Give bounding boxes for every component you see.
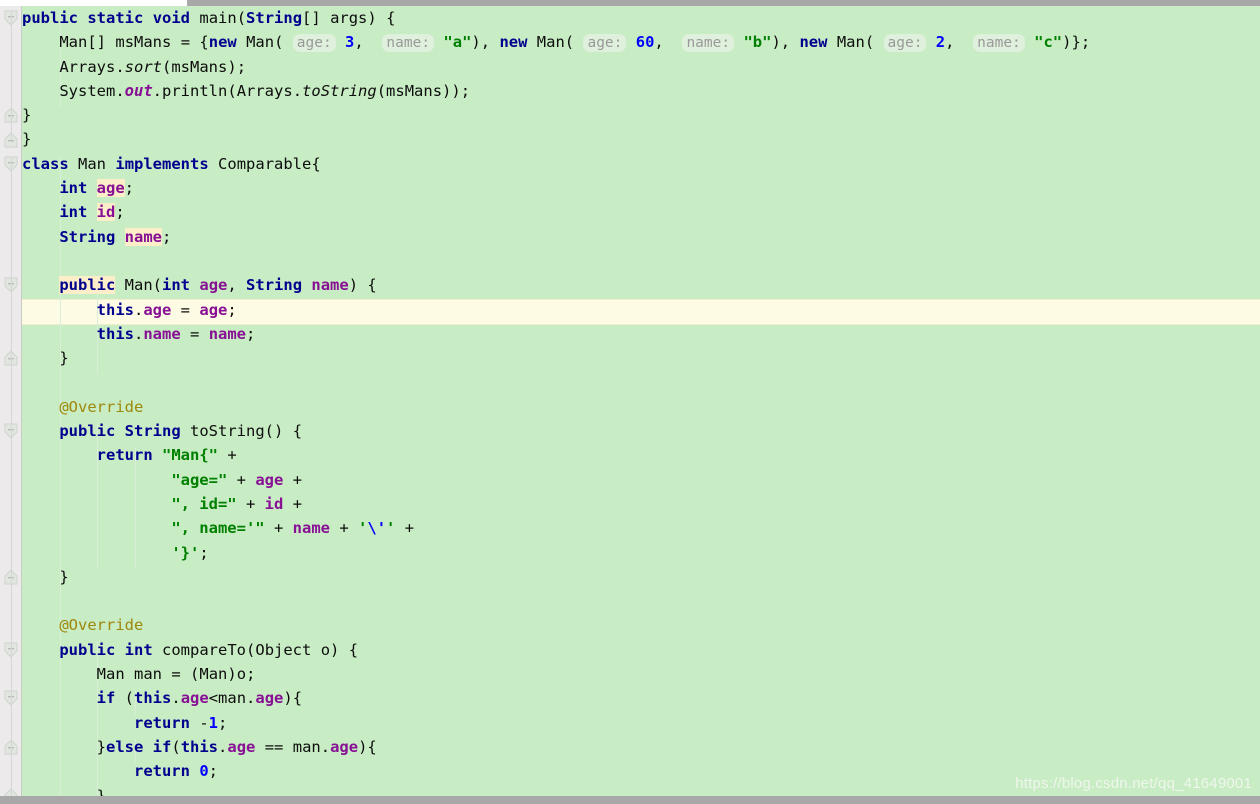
code-line[interactable]: } bbox=[0, 346, 1260, 370]
code-line[interactable]: this.age = age; bbox=[0, 298, 1260, 322]
param-hint-age: age: bbox=[883, 34, 927, 53]
code-line[interactable]: public int compareTo(Object o) { bbox=[0, 638, 1260, 662]
code-line[interactable]: this.name = name; bbox=[0, 322, 1260, 346]
code-line[interactable]: public Man(int age, String name) { bbox=[0, 273, 1260, 297]
code-line[interactable]: @Override bbox=[0, 613, 1260, 637]
code-line[interactable]: Arrays.sort(msMans); bbox=[0, 55, 1260, 79]
code-line[interactable]: String name; bbox=[0, 225, 1260, 249]
code-line[interactable]: System.out.println(Arrays.toString(msMan… bbox=[0, 79, 1260, 103]
param-hint-name: name: bbox=[682, 34, 735, 53]
code-line[interactable]: Man man = (Man)o; bbox=[0, 662, 1260, 686]
code-line[interactable] bbox=[0, 589, 1260, 613]
code-line[interactable]: Man[] msMans = {new Man( age: 3, name: "… bbox=[0, 30, 1260, 54]
param-hint-name: name: bbox=[382, 34, 435, 53]
code-text[interactable]: public static void main(String[] args) {… bbox=[0, 6, 1260, 796]
code-line[interactable]: public static void main(String[] args) { bbox=[0, 6, 1260, 30]
code-line[interactable]: }else if(this.age == man.age){ bbox=[0, 735, 1260, 759]
bottom-strip bbox=[0, 796, 1260, 804]
code-line[interactable]: class Man implements Comparable{ bbox=[0, 152, 1260, 176]
code-line[interactable] bbox=[0, 370, 1260, 394]
code-line[interactable]: return -1; bbox=[0, 711, 1260, 735]
param-hint-age: age: bbox=[292, 34, 336, 53]
code-editor[interactable]: public static void main(String[] args) {… bbox=[0, 6, 1260, 796]
code-line[interactable] bbox=[0, 249, 1260, 273]
code-line[interactable]: ", name='" + name + '\'' + bbox=[0, 516, 1260, 540]
code-line[interactable]: return 0; bbox=[0, 759, 1260, 783]
code-line[interactable]: int age; bbox=[0, 176, 1260, 200]
code-line[interactable]: ", id=" + id + bbox=[0, 492, 1260, 516]
code-line[interactable]: } bbox=[0, 127, 1260, 151]
code-line[interactable]: } bbox=[0, 565, 1260, 589]
code-line[interactable]: } bbox=[0, 784, 1260, 797]
code-line[interactable]: public String toString() { bbox=[0, 419, 1260, 443]
param-hint-age: age: bbox=[583, 34, 627, 53]
code-line[interactable]: return "Man{" + bbox=[0, 443, 1260, 467]
code-line[interactable]: @Override bbox=[0, 395, 1260, 419]
code-line[interactable]: int id; bbox=[0, 200, 1260, 224]
code-line[interactable]: "age=" + age + bbox=[0, 468, 1260, 492]
editor-window: public static void main(String[] args) {… bbox=[0, 0, 1260, 804]
code-line[interactable]: } bbox=[0, 103, 1260, 127]
param-hint-name: name: bbox=[973, 34, 1025, 53]
code-line[interactable]: if (this.age<man.age){ bbox=[0, 686, 1260, 710]
code-line[interactable]: '}'; bbox=[0, 541, 1260, 565]
